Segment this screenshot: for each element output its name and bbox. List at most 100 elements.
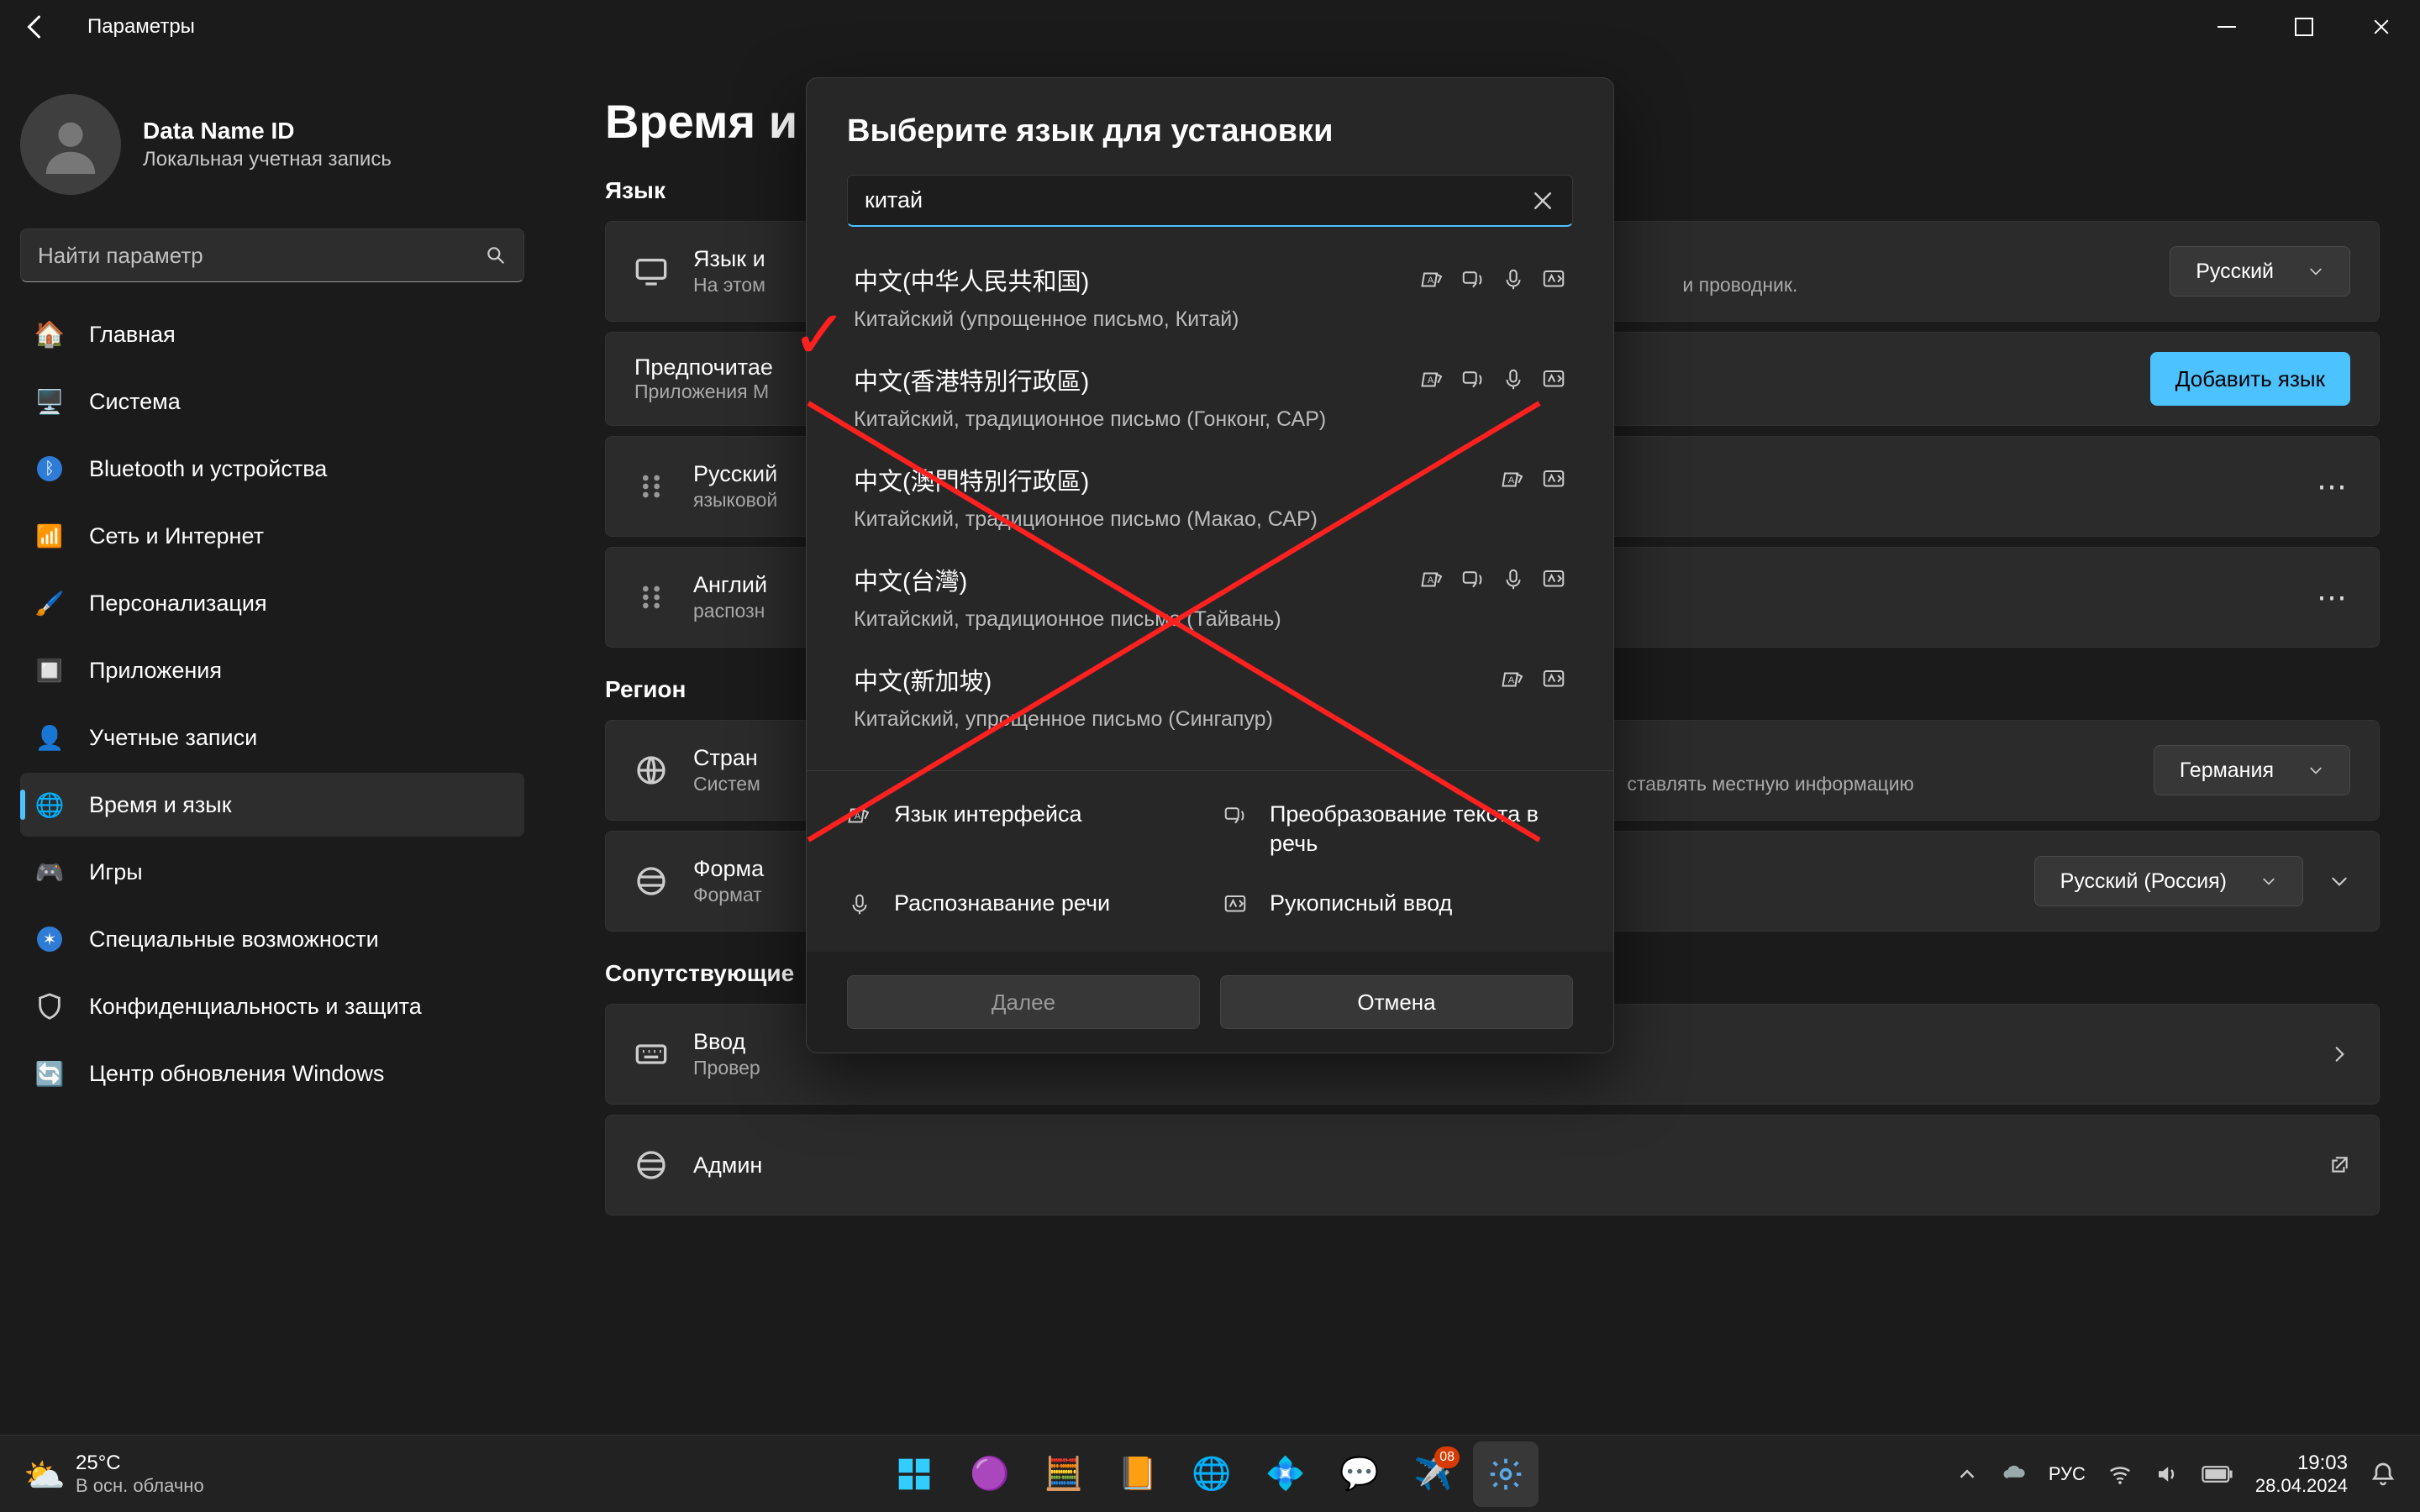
input-language[interactable]: РУС [2049, 1463, 2086, 1485]
globe-icon [634, 753, 668, 787]
start-button[interactable] [881, 1441, 947, 1507]
notifications-icon[interactable] [2370, 1461, 2396, 1488]
task-settings[interactable] [1473, 1441, 1539, 1507]
display-icon [1501, 667, 1526, 692]
search-settings[interactable] [20, 228, 524, 282]
nav-personalization[interactable]: 🖌️ Персонализация [20, 571, 524, 635]
monitor-icon [634, 255, 668, 288]
nav-system[interactable]: 🖥️ Система [20, 370, 524, 433]
account-name: Data Name ID [143, 118, 392, 144]
telegram-badge: 08 [1434, 1446, 1460, 1468]
weather-temp: 25°C [76, 1452, 204, 1475]
clear-search-button[interactable] [1530, 188, 1555, 213]
choose-language-dialog: Выберите язык для установки 中文(中华人民共和国)К… [806, 77, 1614, 1053]
maximize-button[interactable] [2265, 0, 2343, 54]
legend-tts: Преобразование текста в речь [1223, 800, 1573, 858]
nav-label: Специальные возможности [89, 927, 379, 953]
wifi-tray-icon[interactable] [2107, 1462, 2133, 1487]
minimize-button[interactable] [2188, 0, 2265, 54]
display-icon [1501, 467, 1526, 492]
task-telegram[interactable]: ✈️08 [1399, 1441, 1465, 1507]
nav-label: Bluetooth и устройства [89, 456, 327, 482]
format-dropdown[interactable]: Русский (Россия) [2034, 856, 2303, 906]
language-localized-name: Китайский, традиционное письмо (Тайвань) [854, 607, 1403, 632]
language-localized-name: Китайский, упрощенное письмо (Сингапур) [854, 707, 1484, 732]
handwriting-icon [1223, 892, 1248, 917]
wifi-icon: 📶 [35, 522, 64, 550]
nav-games[interactable]: 🎮 Игры [20, 840, 524, 904]
onedrive-icon[interactable] [2002, 1462, 2027, 1487]
update-icon: 🔄 [35, 1059, 64, 1088]
grip-icon[interactable] [634, 580, 668, 614]
cancel-button[interactable]: Отмена [1220, 975, 1573, 1029]
clock[interactable]: 19:03 28.04.2024 [2255, 1452, 2348, 1497]
person-icon: 👤 [35, 723, 64, 752]
language-option[interactable]: 中文(中华人民共和国)Китайский (упрощенное письмо,… [847, 247, 1573, 347]
close-button[interactable] [2343, 0, 2420, 54]
language-option[interactable]: 中文(澳門特別行政區)Китайский, традиционное письм… [847, 447, 1573, 547]
language-option[interactable]: 中文(新加坡) Китайский, упрощенное письмо (Син… [847, 647, 1573, 747]
task-sublime[interactable]: 📙 [1103, 1441, 1169, 1507]
more-button[interactable]: ⋯ [2317, 470, 2350, 503]
nav-update[interactable]: 🔄 Центр обновления Windows [20, 1042, 524, 1105]
tray-expand-icon[interactable] [1954, 1462, 1980, 1487]
keyboard-icon [634, 1037, 668, 1071]
language-native-name: 中文(新加坡) [854, 662, 1484, 697]
mic-icon [847, 892, 872, 917]
nav-time-language[interactable]: 🌐 Время и язык [20, 773, 524, 837]
more-button[interactable]: ⋯ [2317, 580, 2350, 614]
nav-list: 🏠 Главная 🖥️ Система ᛒ Bluetooth и устро… [20, 302, 524, 1105]
language-search-input[interactable] [865, 187, 1517, 213]
nav-accessibility[interactable]: ✶ Специальные возможности [20, 907, 524, 971]
nav-bluetooth[interactable]: ᛒ Bluetooth и устройства [20, 437, 524, 501]
account-block[interactable]: Data Name ID Локальная учетная запись [20, 94, 524, 195]
dropdown-value: Германия [2180, 759, 2274, 783]
nav-accounts[interactable]: 👤 Учетные записи [20, 706, 524, 769]
language-option[interactable]: 中文(香港特別行政區) Китайский, традиционное письм… [847, 347, 1573, 447]
chevron-right-icon [2328, 1043, 2350, 1065]
next-button[interactable]: Далее [847, 975, 1200, 1029]
display-icon [1420, 267, 1445, 292]
nav-label: Время и язык [89, 792, 232, 818]
tts-icon [1460, 267, 1486, 292]
display-language-dropdown[interactable]: Русский [2170, 246, 2350, 297]
language-search[interactable] [847, 175, 1573, 227]
chevron-down-icon[interactable] [2328, 870, 2350, 892]
weather-icon: ⛅ [24, 1456, 60, 1493]
display-icon [1420, 367, 1445, 392]
nav-network[interactable]: 📶 Сеть и Интернет [20, 504, 524, 568]
language-option[interactable]: 中文(台灣)Китайский, традиционное письмо (Та… [847, 547, 1573, 647]
language-features [1501, 462, 1566, 492]
task-obsidian[interactable]: 💠 [1251, 1441, 1317, 1507]
dialog-actions: Далее Отмена [807, 952, 1613, 1053]
nav-privacy[interactable]: Конфиденциальность и защита [20, 974, 524, 1038]
volume-icon[interactable] [2154, 1462, 2180, 1487]
chevron-down-icon [2260, 873, 2277, 890]
back-button[interactable] [20, 12, 50, 42]
search-input[interactable] [38, 243, 485, 269]
dialog-title: Выберите язык для установки [847, 113, 1573, 150]
task-edge[interactable]: 🌐 [1177, 1441, 1243, 1507]
battery-icon[interactable] [2202, 1462, 2233, 1487]
task-messenger[interactable]: 💬 [1325, 1441, 1391, 1507]
nav-label: Главная [89, 322, 176, 348]
nav-home[interactable]: 🏠 Главная [20, 302, 524, 366]
taskbar-pinned: 🟣 🧮 📙 🌐 💠 💬 ✈️08 [881, 1441, 1539, 1507]
language-localized-name: Китайский, традиционное письмо (Гонконг,… [854, 407, 1403, 432]
hand-icon [1541, 267, 1566, 292]
accessibility-icon: ✶ [35, 925, 64, 953]
clock-globe-icon: 🌐 [35, 790, 64, 819]
language-native-name: 中文(香港特別行政區) [854, 362, 1403, 397]
speech-icon [1501, 567, 1526, 592]
weather-widget[interactable]: ⛅ 25°C В осн. облачно [24, 1452, 204, 1497]
shield-icon [35, 992, 64, 1021]
card-admin-language[interactable]: Админ [605, 1115, 2380, 1215]
language-features [1501, 662, 1566, 692]
nav-apps[interactable]: 🔲 Приложения [20, 638, 524, 702]
country-dropdown[interactable]: Германия [2154, 745, 2350, 795]
task-copilot[interactable]: 🟣 [955, 1441, 1021, 1507]
grip-icon[interactable] [634, 470, 668, 503]
card-sub: Провер [693, 1057, 2303, 1079]
task-calculator[interactable]: 🧮 [1029, 1441, 1095, 1507]
add-language-button[interactable]: Добавить язык [2150, 352, 2350, 406]
